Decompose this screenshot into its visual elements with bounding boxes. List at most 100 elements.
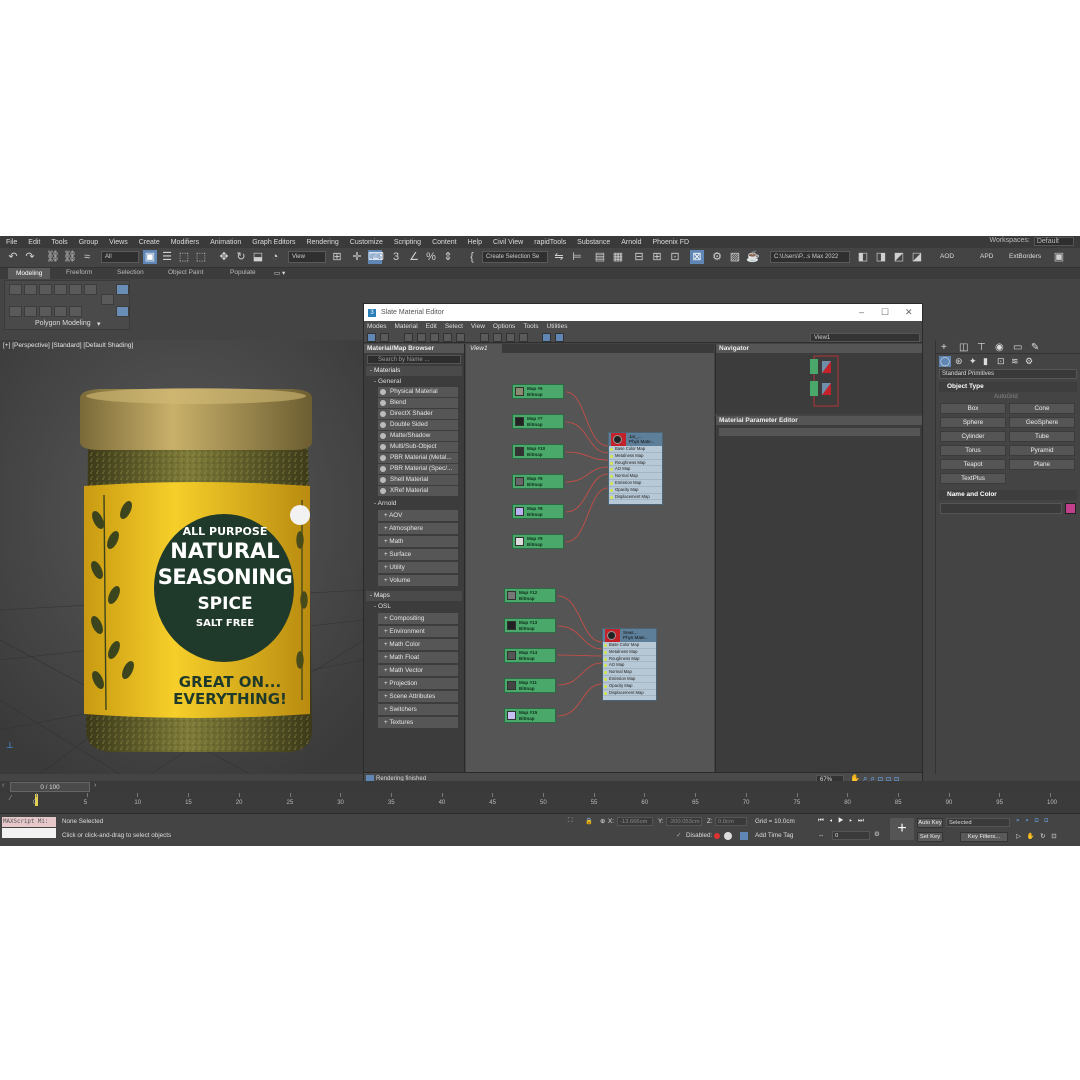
render-production-icon[interactable]: ☕ [746,250,760,264]
node-view-canvas[interactable]: View1 Map #6 Bitmap Map #7 Bitmap Map #10 Bit… [466,344,714,772]
sme-move-children-icon[interactable] [430,333,439,342]
browser-material-item[interactable]: Matte/Shadow [378,431,458,441]
browser-material-item[interactable]: Shell Material [378,475,458,485]
sme-dependencies-icon[interactable] [519,333,528,342]
primitive-sphere-button[interactable]: Sphere [940,417,1006,428]
material-slot[interactable]: Normal Map [603,669,656,676]
ribbon-tool-5[interactable] [69,284,82,295]
material-slot[interactable]: Base Color Map [603,642,656,649]
named-selection-set-dropdown[interactable]: Create Selection Se [482,251,548,263]
set-key-button[interactable]: Set Key [917,832,943,842]
maxscript-listener[interactable]: MAXScript Mi: [2,817,56,827]
material-slot[interactable]: AO Map [609,466,662,474]
prev-frame-icon[interactable]: ‹ [2,782,4,789]
material-slot[interactable]: Opacity Map [603,683,656,690]
bitmap-node[interactable]: Map #15 Bitmap [504,708,556,723]
rect-selection-icon[interactable]: ⬚ [177,250,191,264]
unlink-icon[interactable]: ⛓ [63,250,77,264]
ribbon-tool-13[interactable] [116,284,129,295]
object-name-field[interactable] [940,503,1062,514]
snaps-toggle-icon[interactable]: 3 [389,250,403,264]
shapes-icon[interactable]: ⊛ [955,356,963,367]
ribbon-tab-modeling[interactable]: Modeling [8,268,51,279]
time-tag-toggle-icon[interactable] [740,832,748,840]
select-manipulate-icon[interactable]: ✛ [350,250,364,264]
ribbon-tab-object-paint[interactable]: Object Paint [168,269,203,276]
motion-tab-icon[interactable]: ◉ [995,342,1004,353]
primitive-geosphere-button[interactable]: GeoSphere [1009,417,1075,428]
autogrid-checkbox[interactable]: AutoGrid [936,392,1080,403]
set-key-big-icon[interactable]: + [890,818,914,840]
material-slot[interactable]: Displacement Map [603,690,656,697]
browser-material-item[interactable]: XRef Material [378,486,458,496]
rotate-icon[interactable]: ↻ [234,250,248,264]
curve-editor-icon[interactable]: ⊟ [632,250,646,264]
sme-assign-icon[interactable] [404,333,413,342]
sme-browser-toggle-icon[interactable] [542,333,551,342]
schematic-view-icon[interactable]: ⊞ [650,250,664,264]
reference-coordinate-dropdown[interactable]: View [288,251,326,263]
menu-arnold[interactable]: Arnold [621,239,641,246]
utilities-tab-icon[interactable]: ✎ [1031,342,1039,353]
ribbon-tool-2[interactable] [24,284,37,295]
cameras-icon[interactable]: ▮ [983,356,988,367]
close-icon[interactable]: ✕ [905,307,913,318]
perspective-viewport[interactable]: [+] [Perspective] [Standard] [Default Sh… [0,340,364,774]
align-icon[interactable]: ⊨ [570,250,584,264]
ribbon-tool-3[interactable] [39,284,52,295]
ribbon-tab-populate[interactable]: Populate [230,269,256,276]
menu-graph-editors[interactable]: Graph Editors [252,239,295,246]
browser-category-maps[interactable]: - Maps [366,591,462,601]
view-select-dropdown[interactable]: View1 [810,333,920,342]
browser-osl-group[interactable]: + Math Vector [378,665,458,676]
browser-search-input[interactable]: Search by Name ... [367,355,461,364]
browser-arnold-group[interactable]: + Utility [378,562,458,573]
bitmap-node[interactable]: Map #14 Bitmap [504,648,556,663]
navigator-preview[interactable] [716,353,923,411]
workspace-selector[interactable]: Workspaces: Default [989,237,1074,246]
menu-civil-view[interactable]: Civil View [493,239,523,246]
bitmap-node[interactable]: Map #10 Bitmap [512,444,564,459]
menu-customize[interactable]: Customize [350,239,383,246]
bitmap-node[interactable]: Map #8 Bitmap [512,504,564,519]
modify-tab-icon[interactable]: ◫ [959,342,968,353]
sme-delete-icon[interactable] [417,333,426,342]
create-tab-icon[interactable]: + [941,342,947,353]
primitive-textplus-button[interactable]: TextPlus [940,473,1006,484]
material-slot[interactable]: Emission Map [603,676,656,683]
material-slot[interactable]: Emission Map [609,480,662,487]
menu-rapidtools[interactable]: rapidTools [534,239,566,246]
geometry-icon[interactable]: ◯ [939,356,951,367]
undo-icon[interactable]: ↶ [6,250,20,264]
angle-snap-icon[interactable]: ∠ [407,250,421,264]
bind-spacewarp-icon[interactable]: ≈ [80,250,94,264]
next-frame-icon[interactable]: › [94,782,96,789]
ribbon-tool-14[interactable] [116,306,129,317]
primitive-cone-button[interactable]: Cone [1009,403,1075,414]
hierarchy-tab-icon[interactable]: ⊤ [977,342,986,353]
ribbon-options-icon[interactable]: ▭ ▾ [274,269,285,277]
menu-create[interactable]: Create [139,239,160,246]
browser-arnold-group[interactable]: + Atmosphere [378,523,458,534]
sme-menu-modes[interactable]: Modes [367,323,387,330]
helpers-icon[interactable]: ⊡ [997,356,1005,367]
sme-menu-options[interactable]: Options [493,323,515,330]
browser-material-item[interactable]: Double Sided [378,420,458,430]
menu-content[interactable]: Content [432,239,457,246]
playback-controls-icon[interactable]: ⏮ ◂ ▶ ▸ ⏭ [818,817,866,825]
sme-title-bar[interactable]: 3 Slate Material Editor – ☐ ✕ [364,304,922,321]
mirror-icon[interactable]: ⇋ [552,250,566,264]
bitmap-node[interactable]: Map #6 Bitmap [512,384,564,399]
project-folder-icon[interactable]: ◧ [856,250,870,264]
key-filters-button[interactable]: Key Filters... [960,832,1008,842]
ribbon-tool-4[interactable] [54,284,67,295]
menu-modifiers[interactable]: Modifiers [171,239,199,246]
material-editor-icon[interactable]: ⊡ [668,250,682,264]
browser-material-item[interactable]: Multi/Sub-Object [378,442,458,452]
browser-osl-group[interactable]: + Math Color [378,639,458,650]
browser-osl-group[interactable]: + Textures [378,717,458,728]
material-slot[interactable]: Opacity Map [609,487,662,494]
material-slot[interactable]: Roughness Map [603,656,656,663]
add-time-tag[interactable]: Add Time Tag [755,832,793,839]
browser-sub-arnold[interactable]: - Arnold [364,499,464,508]
